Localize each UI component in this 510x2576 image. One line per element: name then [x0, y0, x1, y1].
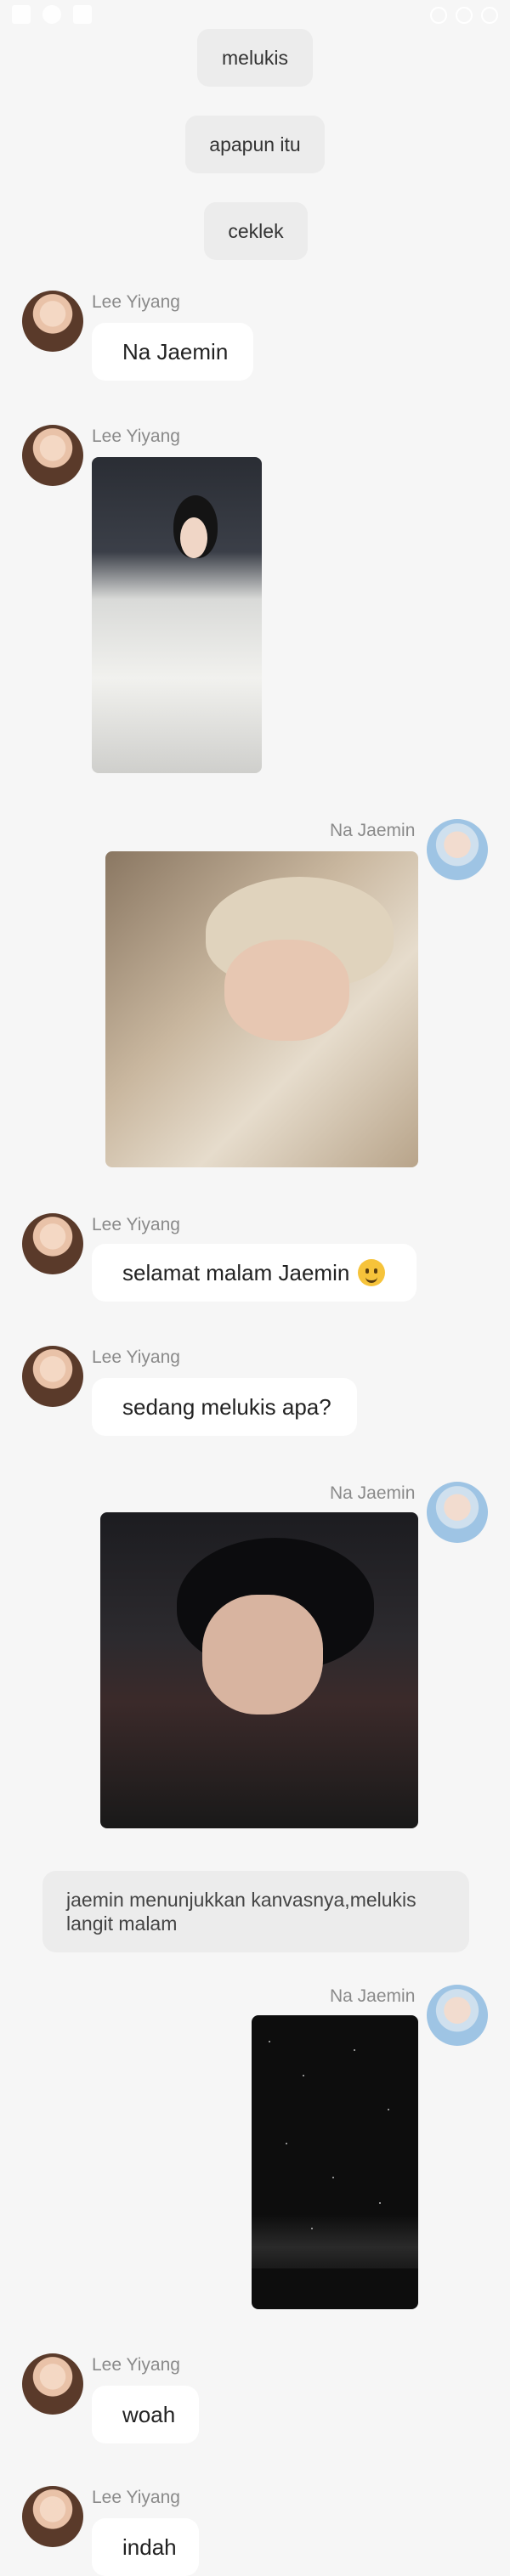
avatar-na-jaemin[interactable]: [427, 1985, 488, 2046]
sender-name: Na Jaemin: [330, 1986, 416, 2006]
sender-name: Lee Yiyang: [92, 2355, 180, 2375]
avatar-na-jaemin[interactable]: [427, 1482, 488, 1543]
telegram-icon: [42, 5, 61, 24]
system-message-text: ceklek: [228, 219, 284, 242]
star: [303, 2075, 304, 2076]
message-bubble[interactable]: selamat malam Jaemin: [92, 1244, 416, 1302]
image-message[interactable]: [100, 1512, 418, 1828]
narration-text: jaemin menunjukkan kanvasnya,melukis lan…: [66, 1889, 416, 1935]
battery-icon: [481, 7, 498, 24]
sender-name: Lee Yiyang: [92, 427, 180, 446]
message-text: Na Jaemin: [122, 338, 229, 364]
image-message[interactable]: [252, 2015, 418, 2309]
alarm-icon: [430, 7, 447, 24]
message-text: sedang melukis apa?: [122, 1393, 332, 1420]
message-text: selamat malam Jaemin: [122, 1259, 350, 1285]
message-bubble[interactable]: woah: [92, 2386, 199, 2443]
star: [286, 2143, 287, 2144]
wifi-icon: [456, 7, 473, 24]
avatar-lee-yiyang[interactable]: [22, 1346, 83, 1407]
star: [332, 2177, 334, 2178]
sender-name: Na Jaemin: [330, 1483, 416, 1503]
notification-icon: [12, 5, 31, 24]
system-message: apapun itu: [185, 116, 325, 173]
sender-name: Na Jaemin: [330, 821, 416, 840]
star: [269, 2041, 270, 2042]
star: [388, 2109, 389, 2110]
message-bubble[interactable]: sedang melukis apa?: [92, 1378, 357, 1436]
message-bubble[interactable]: indah: [92, 2518, 199, 2576]
sender-name: Lee Yiyang: [92, 1347, 180, 1367]
sender-name: Lee Yiyang: [92, 1215, 180, 1234]
message-text: woah: [122, 2401, 176, 2427]
system-message: ceklek: [204, 202, 308, 260]
message-text: indah: [122, 2534, 177, 2560]
avatar-lee-yiyang[interactable]: [22, 2486, 83, 2547]
avatar-lee-yiyang[interactable]: [22, 1213, 83, 1274]
star: [379, 2202, 381, 2204]
image-message[interactable]: [92, 457, 262, 773]
system-message-text: melukis: [222, 46, 288, 69]
system-message: melukis: [197, 29, 313, 87]
image-message[interactable]: [105, 851, 418, 1167]
sender-name: Lee Yiyang: [92, 292, 180, 312]
avatar-lee-yiyang[interactable]: [22, 2353, 83, 2415]
message-bubble[interactable]: Na Jaemin: [92, 323, 253, 381]
avatar-lee-yiyang[interactable]: [22, 291, 83, 352]
smiley-icon: [358, 1259, 386, 1286]
star: [354, 2049, 355, 2051]
avatar-lee-yiyang[interactable]: [22, 425, 83, 486]
system-message-text: apapun itu: [209, 133, 301, 155]
avatar-na-jaemin[interactable]: [427, 819, 488, 880]
narration-message: jaemin menunjukkan kanvasnya,melukis lan…: [42, 1871, 469, 1952]
sender-name: Lee Yiyang: [92, 2488, 180, 2507]
gallery-icon: [73, 5, 92, 24]
star: [311, 2228, 313, 2229]
